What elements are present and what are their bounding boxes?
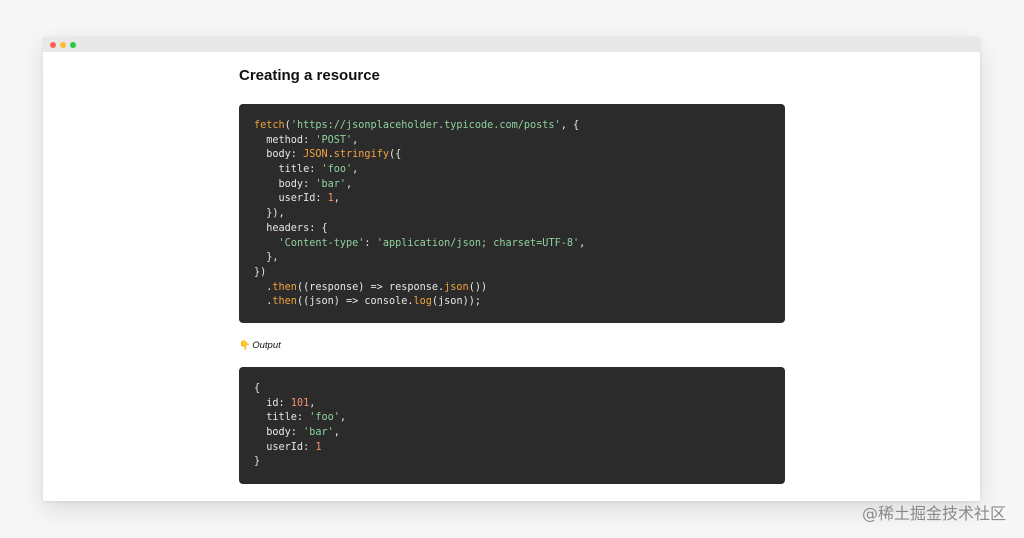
code-token: title: <box>254 412 310 424</box>
code-token: 1 <box>315 441 322 453</box>
code-token: }, <box>254 252 279 264</box>
output-code-block[interactable]: { id: 101, title: 'foo', body: 'bar', us… <box>239 367 785 484</box>
code-token: userId: <box>254 441 316 453</box>
code-token: title: <box>254 164 322 176</box>
watermark: @稀土掘金技术社区 <box>861 504 1006 523</box>
code-line: headers: { <box>254 222 770 237</box>
code-token: JSON <box>303 149 328 161</box>
code-token: , <box>579 237 586 249</box>
code-token: userId: <box>254 193 328 205</box>
code-token: (json)); <box>431 296 481 308</box>
code-line: }), <box>254 207 770 222</box>
code-line: }, <box>254 251 770 266</box>
code-line: fetch('https://jsonplaceholder.typicode.… <box>254 119 770 134</box>
code-token: 'POST' <box>315 134 353 146</box>
code-token: , <box>333 193 340 205</box>
code-token: headers: { <box>254 222 328 234</box>
code-token: then <box>272 296 297 308</box>
code-token: }), <box>254 208 285 220</box>
request-code-block[interactable]: fetch('https://jsonplaceholder.typicode.… <box>239 104 785 323</box>
code-token: : <box>364 237 377 249</box>
code-token: 'application/json; charset=UTF-8' <box>376 237 580 249</box>
code-token: 'bar' <box>315 178 347 190</box>
code-token: ()) <box>468 281 488 293</box>
code-line: } <box>254 455 770 470</box>
code-line: body: 'bar', <box>254 426 770 441</box>
window-titlebar <box>43 37 980 52</box>
code-line: }) <box>254 266 770 281</box>
code-token: ((json) => console. <box>296 296 414 308</box>
code-token: 'foo' <box>309 412 340 424</box>
output-label-row: 👇 Output <box>239 340 281 351</box>
code-token: stringify <box>333 149 389 161</box>
minimize-window-button[interactable] <box>60 41 66 48</box>
code-token: , <box>339 412 347 424</box>
code-token: ({ <box>388 149 402 161</box>
code-token: , { <box>560 120 580 131</box>
output-label: Output <box>252 340 281 351</box>
code-line: userId: 1 <box>254 441 770 456</box>
code-line: title: 'foo', <box>254 411 770 426</box>
code-line: userId: 1, <box>254 192 770 207</box>
code-token: then <box>272 281 297 293</box>
page-title: Creating a resource <box>239 67 380 84</box>
code-token: 'bar' <box>303 427 334 439</box>
code-token: body: <box>254 427 304 439</box>
code-token: body: <box>254 178 316 190</box>
maximize-window-button[interactable] <box>70 41 76 48</box>
code-line: id: 101, <box>254 397 770 412</box>
code-line: .then((response) => response.json()) <box>254 281 770 296</box>
code-line: { <box>254 382 770 397</box>
code-token: json <box>444 281 469 293</box>
code-token: id: <box>254 397 291 409</box>
pointing-down-hand-icon: 👇 <box>239 340 251 350</box>
code-token: 'https://jsonplaceholder.typicode.com/po… <box>290 120 561 131</box>
code-token: 'Content-type' <box>278 237 365 249</box>
code-token: . <box>254 281 273 293</box>
code-token: method: <box>254 134 316 146</box>
code-token: fetch <box>254 120 285 131</box>
code-line: .then((json) => console.log(json)); <box>254 295 770 310</box>
code-token: { <box>254 383 261 394</box>
browser-window: Creating a resource fetch('https://jsonp… <box>43 37 980 501</box>
code-line: 'Content-type': 'application/json; chars… <box>254 237 770 252</box>
code-token: , <box>352 164 359 176</box>
code-token: } <box>254 456 261 468</box>
code-token: , <box>309 397 316 409</box>
code-token: , <box>346 178 353 190</box>
code-token: }) <box>254 266 267 278</box>
code-line: body: 'bar', <box>254 178 770 193</box>
code-token: 101 <box>290 397 310 409</box>
code-token: , <box>333 427 340 439</box>
code-token: 'foo' <box>321 164 353 176</box>
code-token: . <box>254 296 273 308</box>
code-token: ((response) => response. <box>296 281 445 293</box>
code-line: body: JSON.stringify({ <box>254 148 770 163</box>
code-line: method: 'POST', <box>254 134 770 149</box>
code-line: title: 'foo', <box>254 163 770 178</box>
close-window-button[interactable] <box>50 41 56 48</box>
code-token: body: <box>254 149 304 161</box>
code-token: log <box>413 296 432 308</box>
code-token: , <box>352 134 359 146</box>
